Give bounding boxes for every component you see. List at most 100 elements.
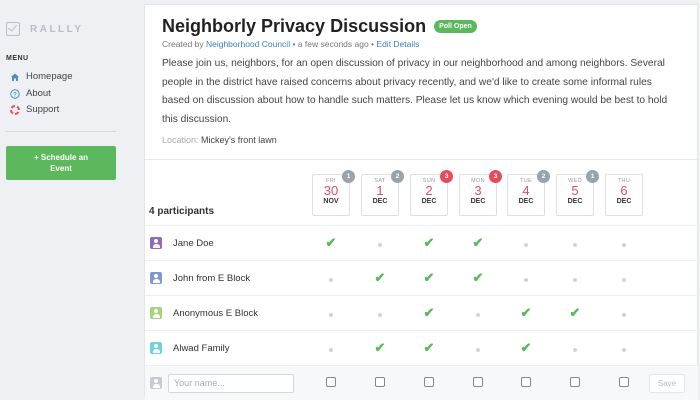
date-day: 30: [323, 183, 339, 198]
date-month: DEC: [616, 198, 632, 205]
date-month: DEC: [421, 198, 437, 205]
vote-yes: ✔: [410, 304, 448, 322]
date-day: 2: [425, 183, 433, 198]
date-month: DEC: [372, 198, 388, 205]
participant-row: Alwad Family ✔ ✔ ✔: [145, 330, 698, 365]
event-description: Please join us, neighbors, for an open d…: [162, 58, 668, 125]
date-day: 4: [522, 183, 530, 198]
check-icon: ✔: [472, 235, 484, 250]
vote-yes: ✔: [507, 339, 545, 357]
date-day: 3: [474, 183, 482, 198]
date-option[interactable]: FRI 30 NOV 1: [312, 170, 355, 216]
sidebar-item-about[interactable]: ? About: [10, 88, 51, 99]
new-participant-row: Save: [145, 365, 698, 400]
vote-checkbox[interactable]: [424, 377, 434, 387]
vote-checkbox[interactable]: [375, 377, 385, 387]
event-meta: Created by Neighborhood Council • a few …: [162, 39, 680, 49]
author-link[interactable]: Neighborhood Council: [206, 39, 290, 49]
vote-yes: ✔: [556, 304, 594, 322]
participant-name: John from E Block: [173, 272, 251, 284]
vote-no: [605, 269, 643, 287]
name-input[interactable]: [168, 373, 294, 393]
dot-icon: [476, 348, 480, 352]
vote-no: [556, 339, 594, 357]
logo[interactable]: RALLLY: [6, 22, 84, 36]
location-value: Mickey's front lawn: [201, 135, 277, 145]
date-option[interactable]: WED 5 DEC 1: [556, 170, 599, 216]
event-location: Location: Mickey's front lawn: [162, 135, 680, 145]
avatar: [150, 342, 162, 354]
check-icon: ✔: [423, 305, 435, 320]
dot-icon: [573, 278, 577, 282]
dot-icon: [329, 313, 333, 317]
date-day: 1: [376, 183, 384, 198]
edit-details-link[interactable]: Edit Details: [376, 39, 419, 49]
logo-check-icon: [6, 22, 20, 36]
participant-row: Jane Doe ✔ ✔ ✔: [145, 225, 698, 260]
vote-checkbox[interactable]: [570, 377, 580, 387]
vote-checkbox[interactable]: [326, 377, 336, 387]
question-icon: ?: [10, 88, 20, 99]
check-icon: ✔: [423, 235, 435, 250]
vote-cell: [556, 374, 594, 392]
vote-checkbox[interactable]: [473, 377, 483, 387]
save-button[interactable]: Save: [649, 373, 685, 393]
date-option[interactable]: TUE 4 DEC 2: [507, 170, 550, 216]
vote-count-badge: 1: [342, 170, 355, 183]
vote-count-badge: 2: [391, 170, 404, 183]
dot-icon: [329, 348, 333, 352]
vote-yes: ✔: [410, 339, 448, 357]
vote-no: [556, 234, 594, 252]
dot-icon: [573, 243, 577, 247]
vote-checkbox[interactable]: [619, 377, 629, 387]
vote-cell: [410, 374, 448, 392]
location-label: Location:: [162, 135, 199, 145]
sidebar-divider: [6, 131, 116, 132]
participant-row: John from E Block ✔ ✔ ✔: [145, 260, 698, 295]
vote-no: [556, 269, 594, 287]
date-option[interactable]: SUN 2 DEC 3: [410, 170, 453, 216]
dot-icon: [622, 348, 626, 352]
vote-count-badge: 3: [489, 170, 502, 183]
event-title: Neighborly Privacy Discussion: [162, 16, 427, 36]
dot-icon: [524, 243, 528, 247]
vote-cell: [459, 374, 497, 392]
avatar: [150, 237, 162, 249]
lifebuoy-icon: [10, 104, 20, 115]
sidebar-item-homepage[interactable]: Homepage: [10, 71, 72, 82]
vote-cell: [361, 374, 399, 392]
vote-no: [312, 304, 350, 322]
event-panel: Neighborly Privacy Discussion Poll Open …: [144, 4, 698, 400]
check-icon: ✔: [520, 305, 532, 320]
check-icon: ✔: [520, 340, 532, 355]
date-option[interactable]: SAT 1 DEC 2: [361, 170, 404, 216]
vote-no: [507, 234, 545, 252]
created-by-prefix: Created by: [162, 39, 204, 49]
menu-title: MENU: [6, 55, 29, 62]
dot-icon: [476, 313, 480, 317]
dot-icon: [622, 278, 626, 282]
date-month: DEC: [518, 198, 534, 205]
vote-no: [605, 304, 643, 322]
vote-checkbox[interactable]: [521, 377, 531, 387]
cta-label-line1: + Schedule an: [33, 153, 89, 162]
vote-count-badge: 2: [537, 170, 550, 183]
status-badge: Poll Open: [434, 20, 477, 33]
sidebar-item-support[interactable]: Support: [10, 104, 59, 115]
participants-count: 4 participants: [149, 206, 215, 217]
avatar: [150, 272, 162, 284]
vote-no: [507, 269, 545, 287]
date-month: NOV: [323, 198, 339, 205]
vote-no: [361, 234, 399, 252]
date-option[interactable]: THU 6 DEC: [605, 174, 643, 216]
logo-text: RALLLY: [30, 23, 84, 35]
schedule-event-button[interactable]: + Schedule an Event: [6, 146, 116, 180]
sidebar-item-label: About: [26, 88, 51, 99]
dot-icon: [524, 278, 528, 282]
participant-name: Anonymous E Block: [173, 307, 259, 319]
check-icon: ✔: [472, 270, 484, 285]
dot-icon: [622, 313, 626, 317]
date-option[interactable]: MON 3 DEC 3: [459, 170, 502, 216]
vote-no: [312, 269, 350, 287]
vote-yes: ✔: [361, 269, 399, 287]
